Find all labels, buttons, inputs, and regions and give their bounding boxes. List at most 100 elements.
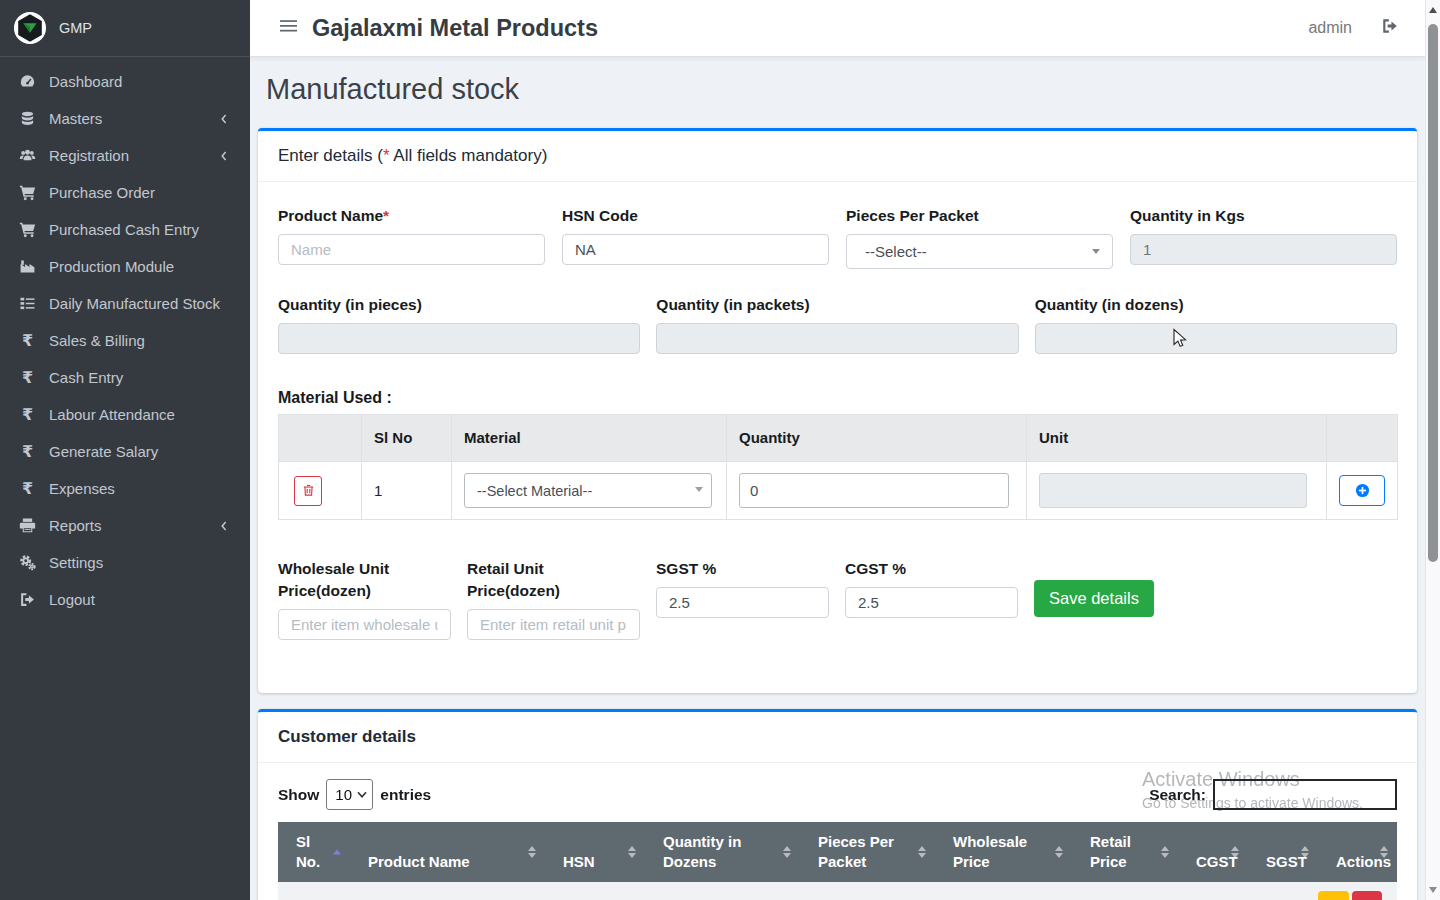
entries-label: entries xyxy=(380,786,431,804)
sidebar-item-expenses[interactable]: ₹ Expenses xyxy=(0,470,250,507)
search-input[interactable] xyxy=(1213,779,1397,810)
sgst-input[interactable] xyxy=(656,587,829,618)
qty-kgs-field: Quantity in Kgs xyxy=(1130,205,1397,269)
tasks-icon xyxy=(16,295,39,312)
show-label: Show xyxy=(278,786,319,804)
sort-icon xyxy=(528,846,536,858)
sort-icon xyxy=(1380,846,1388,858)
material-col-unit: Unit xyxy=(1027,415,1327,462)
customer-row xyxy=(278,882,1397,900)
sgst-field: SGST % xyxy=(656,558,829,618)
material-row: 1 --Select Material-- xyxy=(279,462,1398,520)
customer-details-body: Show 10 entries Search: SlNo. Product Na… xyxy=(258,763,1417,900)
save-details-button[interactable]: Save details xyxy=(1034,580,1154,617)
sort-icon xyxy=(628,846,636,858)
rupee-icon: ₹ xyxy=(16,405,39,424)
search-label: Search: xyxy=(1149,786,1206,804)
customer-details-header: Customer details xyxy=(258,712,1417,763)
user-area: admin xyxy=(1308,17,1425,39)
sidebar-item-purchase-order[interactable]: Purchase Order xyxy=(0,174,250,211)
column-pieces-per-packet[interactable]: Pieces PerPacket xyxy=(800,822,935,882)
database-icon xyxy=(16,110,39,127)
cgst-field: CGST % xyxy=(845,558,1018,618)
page-size-select[interactable]: 10 xyxy=(326,779,373,810)
material-col-material: Material xyxy=(452,415,727,462)
sidebar-item-purchased-cash-entry[interactable]: Purchased Cash Entry xyxy=(0,211,250,248)
rupee-icon: ₹ xyxy=(16,331,39,350)
scroll-down-button[interactable] xyxy=(1429,887,1437,893)
enter-details-card: Enter details (* All fields mandatory) P… xyxy=(258,128,1417,693)
sidebar-menu: Dashboard Masters Registration Purchase … xyxy=(0,57,250,618)
column-sgst[interactable]: SGST xyxy=(1248,822,1318,882)
retail-price-input[interactable] xyxy=(467,609,640,640)
sidebar-item-production-module[interactable]: Production Module xyxy=(0,248,250,285)
sort-icon xyxy=(1161,846,1169,858)
signout-button[interactable] xyxy=(1380,17,1400,39)
delete-material-row-button[interactable] xyxy=(294,476,322,506)
brand-name: GMP xyxy=(59,20,92,36)
cart-icon xyxy=(16,184,39,201)
sidebar-item-settings[interactable]: Settings xyxy=(0,544,250,581)
sidebar: GMP Dashboard Masters Registration Purch… xyxy=(0,0,250,900)
qty-pieces-field: Quantity (in pieces) xyxy=(278,294,640,354)
printer-icon xyxy=(16,517,39,534)
qty-kgs-input xyxy=(1130,234,1397,265)
qty-packets-field: Quantity (in packets) xyxy=(656,294,1018,354)
column-wholesale-price[interactable]: WholesalePrice xyxy=(935,822,1072,882)
column-quantity-in-dozens[interactable]: Quantity inDozens xyxy=(645,822,800,882)
column-cgst[interactable]: CGST xyxy=(1178,822,1248,882)
sidebar-item-masters[interactable]: Masters xyxy=(0,100,250,137)
cart-icon xyxy=(16,221,39,238)
wholesale-price-input[interactable] xyxy=(278,609,451,640)
hsn-code-input[interactable] xyxy=(562,234,829,265)
caret-down-icon xyxy=(357,791,367,798)
product-name-input[interactable] xyxy=(278,234,545,265)
scroll-thumb[interactable] xyxy=(1428,24,1438,562)
column-hsn[interactable]: HSN xyxy=(545,822,645,882)
edit-button[interactable] xyxy=(1318,891,1349,900)
material-select[interactable]: --Select Material-- xyxy=(464,473,712,508)
delete-button[interactable] xyxy=(1352,891,1382,900)
sidebar-item-generate-salary[interactable]: ₹ Generate Salary xyxy=(0,433,250,470)
sidebar-item-dashboard[interactable]: Dashboard xyxy=(0,63,250,100)
product-name-field: Product Name* xyxy=(278,205,545,269)
topbar: Gajalaxmi Metal Products admin xyxy=(250,0,1425,57)
sidebar-item-reports[interactable]: Reports xyxy=(0,507,250,544)
caret-down-icon xyxy=(695,487,703,492)
caret-down-icon xyxy=(1092,249,1100,254)
chevron-left-icon xyxy=(218,112,230,126)
qty-dozens-field: Quantity (in dozens) xyxy=(1035,294,1397,354)
pieces-per-packet-field: Pieces Per Packet --Select-- xyxy=(846,205,1113,269)
sidebar-item-labour-attendance[interactable]: ₹ Labour Attendance xyxy=(0,396,250,433)
menu-toggle-button[interactable] xyxy=(280,18,298,38)
sort-icon xyxy=(1301,846,1309,858)
logout-icon xyxy=(16,591,39,608)
scrollbar[interactable] xyxy=(1425,0,1440,900)
cgst-input[interactable] xyxy=(845,587,1018,618)
column-product-name[interactable]: Product Name xyxy=(350,822,545,882)
sidebar-item-daily-manufactured-stock[interactable]: Daily Manufactured Stock xyxy=(0,285,250,322)
app-title: Gajalaxmi Metal Products xyxy=(312,15,598,42)
sidebar-item-sales-billing[interactable]: ₹ Sales & Billing xyxy=(0,322,250,359)
sort-icon xyxy=(1055,846,1063,858)
hsn-code-field: HSN Code xyxy=(562,205,829,269)
sidebar-item-registration[interactable]: Registration xyxy=(0,137,250,174)
column-actions[interactable]: Actions xyxy=(1318,822,1397,882)
material-used-label: Material Used : xyxy=(278,388,1397,408)
plus-circle-icon xyxy=(1355,483,1370,498)
scroll-up-button[interactable] xyxy=(1429,7,1437,13)
add-material-row-button[interactable] xyxy=(1339,475,1385,506)
sidebar-item-logout[interactable]: Logout xyxy=(0,581,250,618)
rupee-icon: ₹ xyxy=(16,368,39,387)
pieces-per-packet-select[interactable]: --Select-- xyxy=(846,234,1113,269)
brand[interactable]: GMP xyxy=(0,0,250,57)
material-table: Sl No Material Quantity Unit 1 --Select … xyxy=(278,414,1398,520)
column-sl-no[interactable]: SlNo. xyxy=(278,822,350,882)
column-retail-price[interactable]: RetailPrice xyxy=(1072,822,1178,882)
enter-details-header: Enter details (* All fields mandatory) xyxy=(258,131,1417,182)
material-quantity-input[interactable] xyxy=(739,473,1009,508)
speedometer-icon xyxy=(16,73,39,90)
customer-table: SlNo. Product Name HSN Quantity inDozens… xyxy=(278,822,1397,900)
sidebar-item-cash-entry[interactable]: ₹ Cash Entry xyxy=(0,359,250,396)
rupee-icon: ₹ xyxy=(16,479,39,498)
